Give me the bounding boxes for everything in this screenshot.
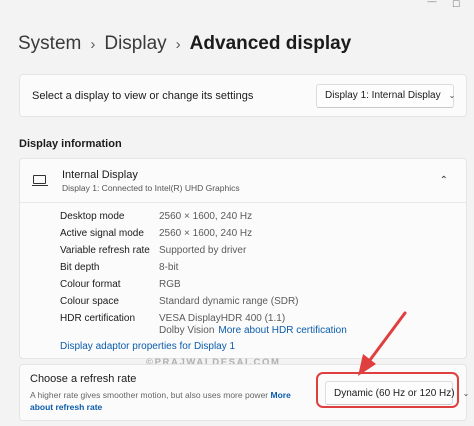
advanced-display-page: — ☐ System › Display › Advanced display …	[0, 0, 474, 426]
red-arrow-annotation	[358, 311, 407, 376]
